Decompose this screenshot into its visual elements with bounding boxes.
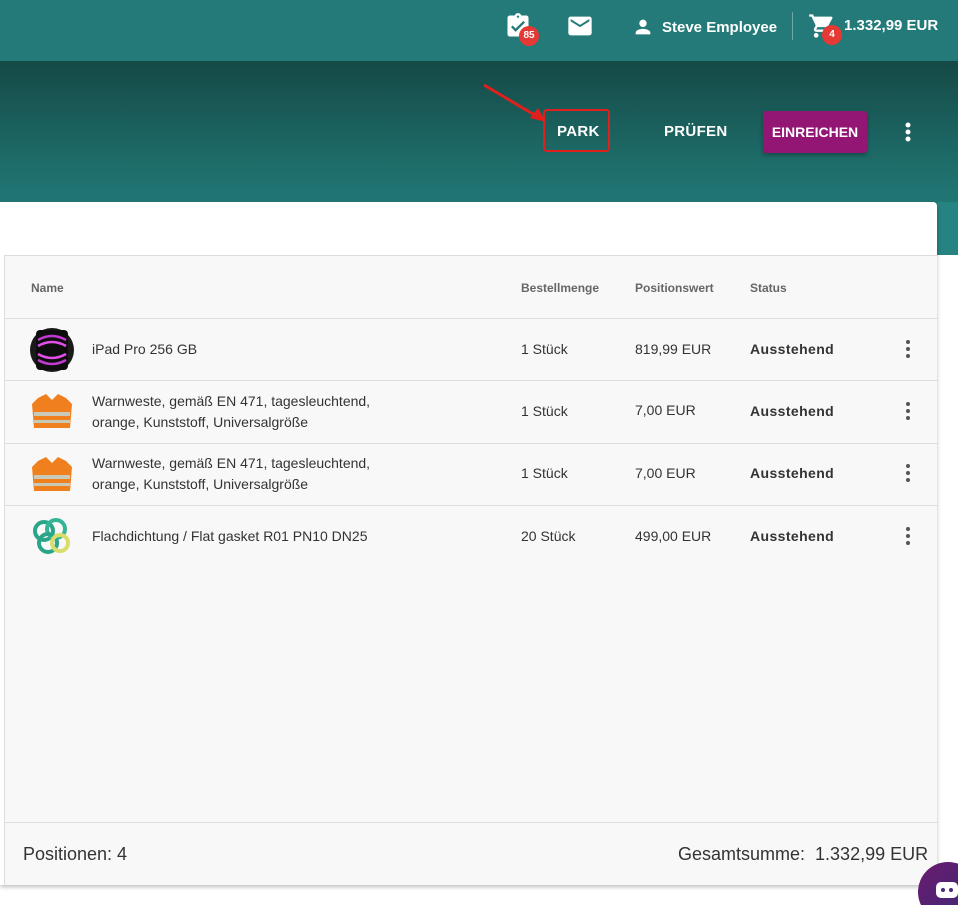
robot-icon — [936, 882, 958, 898]
item-name: Flachdichtung / Flat gasket R01 PN10 DN2… — [92, 526, 392, 547]
item-name-line: Warnweste, gemäß EN 471, tagesleuchtend, — [92, 393, 371, 409]
item-value: 499,00 EUR — [635, 528, 712, 544]
row-more-icon[interactable] — [903, 463, 913, 483]
row-more-icon[interactable] — [903, 339, 913, 359]
positions-count: Positionen: 4 — [23, 844, 128, 864]
item-name-line: Flachdichtung / Flat gasket R01 PN10 DN2… — [92, 528, 368, 544]
annotation-arrow — [483, 83, 546, 122]
row-more-icon[interactable] — [903, 401, 913, 421]
cart-total[interactable]: 1.332,99 EUR — [844, 17, 938, 34]
table-row[interactable]: Warnweste, gemäß EN 471, tagesleuchtend,… — [5, 381, 938, 443]
table-row[interactable]: iPad Pro 256 GB 1 Stück 819,99 EUR Ausst… — [5, 319, 938, 381]
header-qty[interactable]: Bestellmenge — [521, 281, 599, 295]
item-name: Warnweste, gemäß EN 471, tagesleuchtend,… — [92, 453, 392, 495]
item-value: 819,99 EUR — [635, 341, 712, 357]
cart-badge: 4 — [822, 25, 842, 45]
item-name-line: Warnweste, gemäß EN 471, tagesleuchtend, — [92, 455, 371, 471]
item-status: Ausstehend — [750, 465, 835, 481]
header-status[interactable]: Status — [750, 281, 787, 295]
item-name-line: iPad Pro 256 GB — [92, 341, 198, 357]
item-status: Ausstehend — [750, 403, 835, 419]
item-name-line: orange, Kunststoff, Universalgröße — [92, 476, 309, 492]
item-qty: 1 Stück — [521, 465, 568, 481]
item-qty: 20 Stück — [521, 528, 576, 544]
einreichen-button[interactable]: EINREICHEN — [763, 111, 867, 153]
ipad-image — [30, 328, 74, 372]
header-name[interactable]: Name — [31, 281, 64, 295]
vest-image — [30, 390, 74, 434]
positions-table: Name Bestellmenge Positionswert Status i… — [4, 255, 938, 885]
park-button[interactable]: PARK — [557, 123, 600, 140]
gasket-image — [30, 515, 74, 559]
footer-divider — [5, 822, 938, 823]
order-card: Name Bestellmenge Positionswert Status i… — [0, 202, 938, 885]
item-status: Ausstehend — [750, 528, 835, 544]
row-more-icon[interactable] — [903, 526, 913, 546]
item-qty: 1 Stück — [521, 403, 568, 419]
table-row[interactable]: Warnweste, gemäß EN 471, tagesleuchtend,… — [5, 444, 938, 506]
mail-icon[interactable] — [566, 12, 594, 40]
item-status: Ausstehend — [750, 341, 835, 357]
header-value[interactable]: Positionswert — [635, 281, 714, 295]
header-band-edge — [937, 202, 958, 255]
tasks-badge: 85 — [519, 26, 539, 46]
item-value: 7,00 EUR — [635, 465, 696, 481]
more-vert-icon[interactable] — [898, 120, 918, 144]
topbar-divider — [792, 12, 793, 40]
item-value: 7,00 EUR — [635, 402, 696, 418]
item-qty: 1 Stück — [521, 341, 568, 357]
vest-image — [30, 453, 74, 497]
person-icon — [635, 19, 651, 35]
top-bar: 85 Steve Employee 4 1.332,99 EUR — [0, 0, 958, 61]
pruefen-button[interactable]: PRÜFEN — [664, 123, 727, 140]
item-name: iPad Pro 256 GB — [92, 339, 392, 360]
table-row[interactable]: Flachdichtung / Flat gasket R01 PN10 DN2… — [5, 506, 938, 568]
item-name-line: orange, Kunststoff, Universalgröße — [92, 414, 309, 430]
item-name: Warnweste, gemäß EN 471, tagesleuchtend,… — [92, 391, 392, 433]
order-total: Gesamtsumme: 1.332,99 EUR — [678, 844, 929, 864]
park-button-highlight[interactable]: PARK — [543, 109, 610, 152]
user-name: Steve Employee — [662, 18, 778, 36]
user-menu[interactable]: Steve Employee — [632, 15, 777, 39]
